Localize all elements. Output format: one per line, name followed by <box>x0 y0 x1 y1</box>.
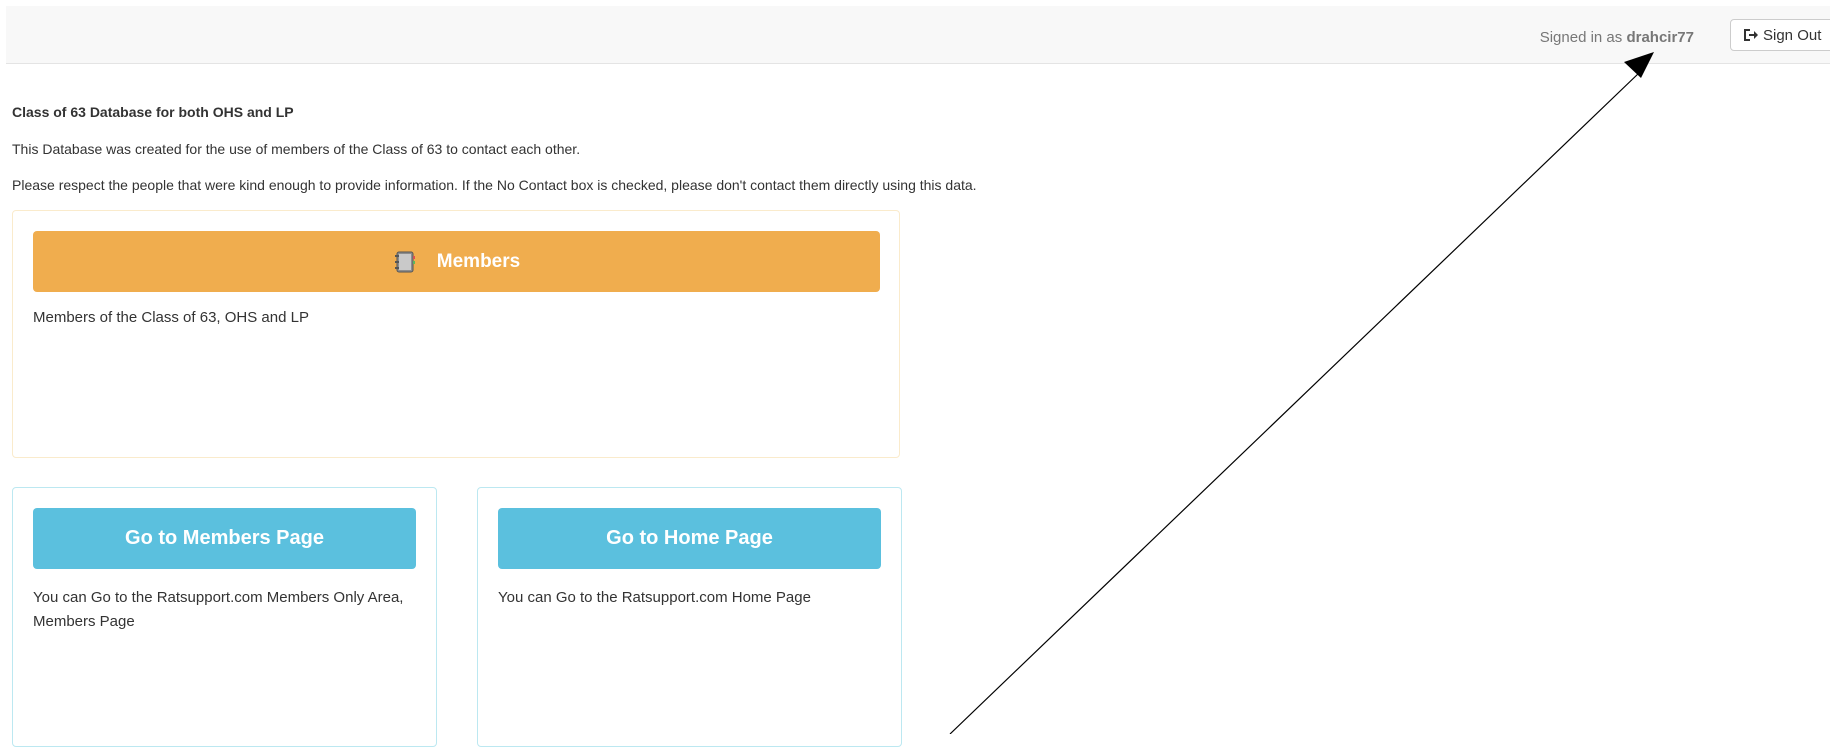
arrow-head-icon <box>1624 52 1654 78</box>
annotation-arrow <box>949 52 1654 734</box>
